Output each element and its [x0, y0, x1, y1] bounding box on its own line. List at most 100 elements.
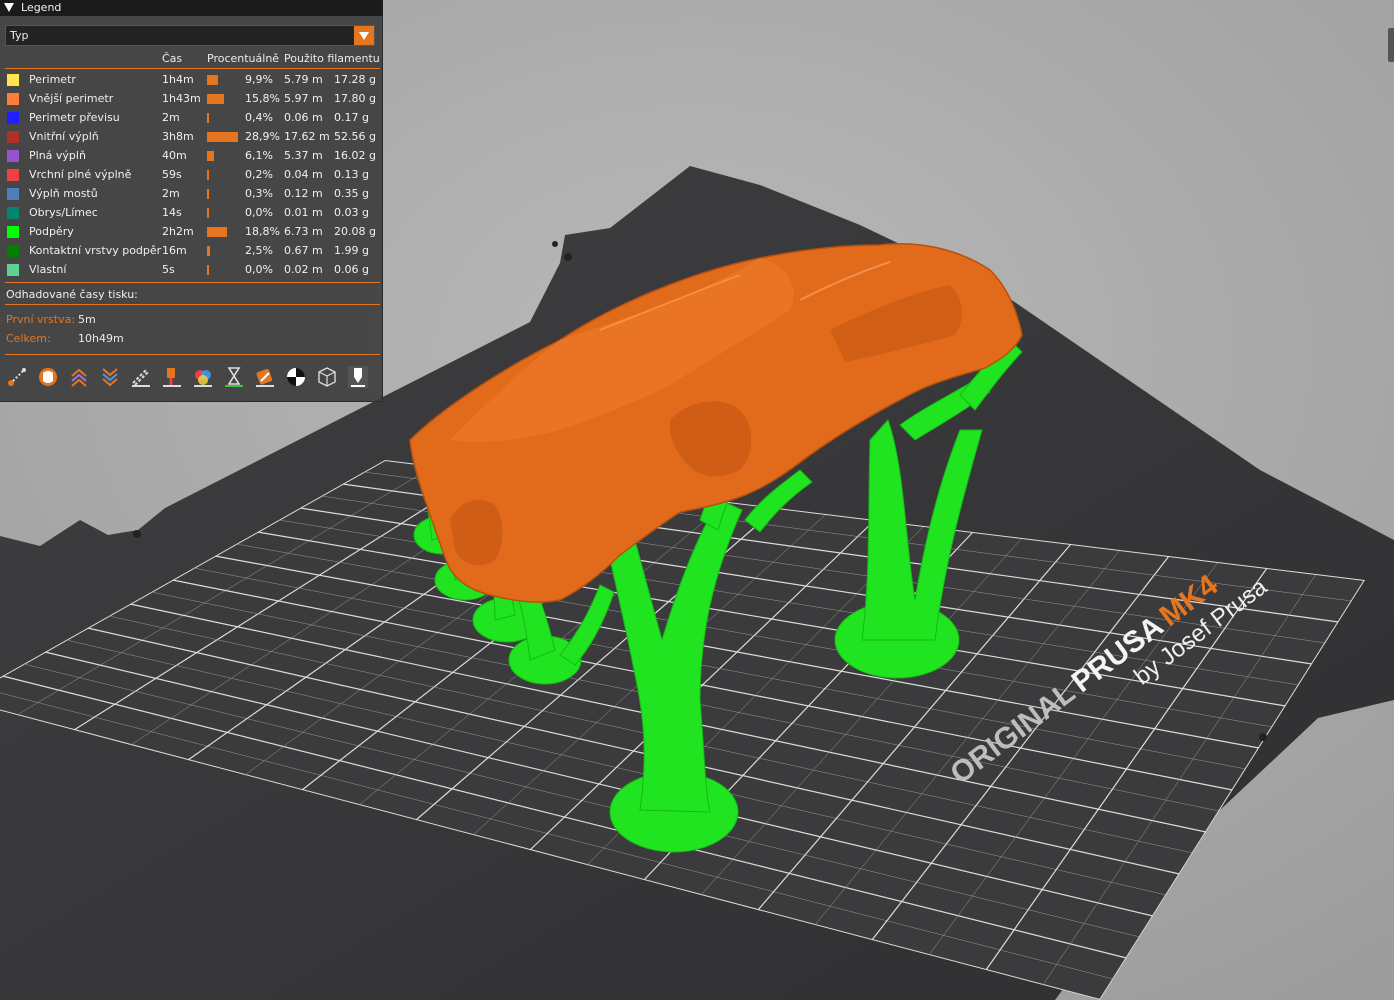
first-layer-value: 5m [78, 313, 96, 326]
legend-row[interactable]: Obrys/Límec 14s 0,0% 0.01 m 0.03 g [0, 204, 383, 223]
center-of-gravity-icon[interactable] [284, 365, 308, 389]
feature-weight: 0.35 g [334, 187, 369, 200]
percent-bar [207, 227, 227, 237]
shells-icon[interactable] [315, 365, 339, 389]
view-type-select[interactable]: Typ [5, 25, 375, 46]
legend-row[interactable]: Vnější perimetr 1h43m 15,8% 5.97 m 17.80 g [0, 90, 383, 109]
color-swatch [7, 188, 19, 200]
legend-row[interactable]: Výplň mostů 2m 0,3% 0.12 m 0.35 g [0, 185, 383, 204]
legend-row[interactable]: Vlastní 5s 0,0% 0.02 m 0.06 g [0, 261, 383, 280]
feature-length: 5.97 m [284, 92, 323, 105]
pause-icon[interactable] [222, 365, 246, 389]
feature-time: 2h2m [162, 225, 194, 238]
wipe-icon[interactable] [36, 365, 60, 389]
legend-row[interactable]: Perimetr převisu 2m 0,4% 0.06 m 0.17 g [0, 109, 383, 128]
dropdown-arrow-icon[interactable] [354, 26, 374, 45]
feature-length: 0.67 m [284, 244, 323, 257]
feature-length: 0.06 m [284, 111, 323, 124]
legend-row[interactable]: Podpěry 2h2m 18,8% 6.73 m 20.08 g [0, 223, 383, 242]
legend-row[interactable]: Kontaktní vrstvy podpěr 16m 2,5% 0.67 m 1.99… [0, 242, 383, 261]
feature-name: Perimetr [29, 73, 76, 86]
column-header-time: Čas [162, 52, 183, 65]
feature-percent: 0,0% [245, 206, 273, 219]
feature-name: Vlastní [29, 263, 67, 276]
color-swatch [7, 112, 19, 124]
feature-length: 0.02 m [284, 263, 323, 276]
feature-weight: 0.03 g [334, 206, 369, 219]
feature-name: Plná výplň [29, 149, 86, 162]
feature-weight: 20.08 g [334, 225, 376, 238]
feature-length: 0.04 m [284, 168, 323, 181]
feature-weight: 52.56 g [334, 130, 376, 143]
retractions-icon[interactable] [67, 365, 91, 389]
total-label: Celkem: [6, 332, 51, 345]
feature-percent: 15,8% [245, 92, 280, 105]
percent-bar [207, 189, 209, 199]
total-value: 10h49m [78, 332, 124, 345]
feature-length: 6.73 m [284, 225, 323, 238]
collapse-arrow-icon[interactable] [4, 3, 14, 12]
color-swatch [7, 245, 19, 257]
color-swatch [7, 93, 19, 105]
percent-bar [207, 170, 209, 180]
custom-gcode-icon[interactable] [253, 365, 277, 389]
feature-name: Podpěry [29, 225, 74, 238]
tool-changes-icon[interactable] [160, 365, 184, 389]
feature-time: 1h4m [162, 73, 194, 86]
legend-row[interactable]: Vnitřní výplň 3h8m 28,9% 17.62 m 52.56 g [0, 128, 383, 147]
percent-bar [207, 113, 209, 123]
color-changes-icon[interactable] [191, 365, 215, 389]
feature-weight: 16.02 g [334, 149, 376, 162]
tool-marker-icon[interactable] [346, 365, 370, 389]
column-header-percent: Procentuálně [207, 52, 280, 65]
color-swatch [7, 169, 19, 181]
feature-name: Obrys/Límec [29, 206, 98, 219]
feature-time: 59s [162, 168, 182, 181]
feature-percent: 0,3% [245, 187, 273, 200]
feature-percent: 18,8% [245, 225, 280, 238]
feature-name: Vnitřní výplň [29, 130, 99, 143]
color-swatch [7, 150, 19, 162]
feature-length: 0.12 m [284, 187, 323, 200]
feature-length: 5.79 m [284, 73, 323, 86]
legend-separator [5, 354, 380, 355]
feature-weight: 1.99 g [334, 244, 369, 257]
feature-weight: 17.28 g [334, 73, 376, 86]
legend-toolbar [5, 365, 375, 391]
feature-percent: 28,9% [245, 130, 280, 143]
feature-percent: 0,0% [245, 263, 273, 276]
feature-weight: 0.06 g [334, 263, 369, 276]
feature-name: Perimetr převisu [29, 111, 120, 124]
legend-header[interactable]: Legend [0, 0, 383, 16]
feature-percent: 9,9% [245, 73, 273, 86]
color-swatch [7, 226, 19, 238]
feature-time: 5s [162, 263, 175, 276]
column-header-filament: Použito filamentu [284, 52, 380, 65]
color-swatch [7, 131, 19, 143]
seams-icon[interactable] [129, 365, 153, 389]
feature-percent: 0,2% [245, 168, 273, 181]
travel-icon[interactable] [5, 365, 29, 389]
legend-title: Legend [21, 1, 62, 14]
feature-time: 1h43m [162, 92, 201, 105]
feature-time: 3h8m [162, 130, 194, 143]
color-swatch [7, 207, 19, 219]
sidebar-collapse-tab[interactable] [1388, 28, 1394, 62]
view-type-value: Typ [10, 29, 29, 42]
legend-panel: Legend Typ Čas Procentuálně Použito fila… [0, 0, 383, 402]
deretractions-icon[interactable] [98, 365, 122, 389]
legend-row[interactable]: Perimetr 1h4m 9,9% 5.79 m 17.28 g [0, 71, 383, 90]
legend-row[interactable]: Plná výplň 40m 6,1% 5.37 m 16.02 g [0, 147, 383, 166]
legend-row[interactable]: Vrchní plné výplně 59s 0,2% 0.04 m 0.13 g [0, 166, 383, 185]
feature-time: 16m [162, 244, 187, 257]
feature-weight: 0.13 g [334, 168, 369, 181]
feature-length: 17.62 m [284, 130, 330, 143]
legend-separator [5, 282, 380, 283]
percent-bar [207, 151, 214, 161]
percent-bar [207, 208, 209, 218]
feature-percent: 6,1% [245, 149, 273, 162]
legend-separator [5, 68, 380, 69]
feature-percent: 2,5% [245, 244, 273, 257]
feature-time: 14s [162, 206, 182, 219]
feature-weight: 0.17 g [334, 111, 369, 124]
